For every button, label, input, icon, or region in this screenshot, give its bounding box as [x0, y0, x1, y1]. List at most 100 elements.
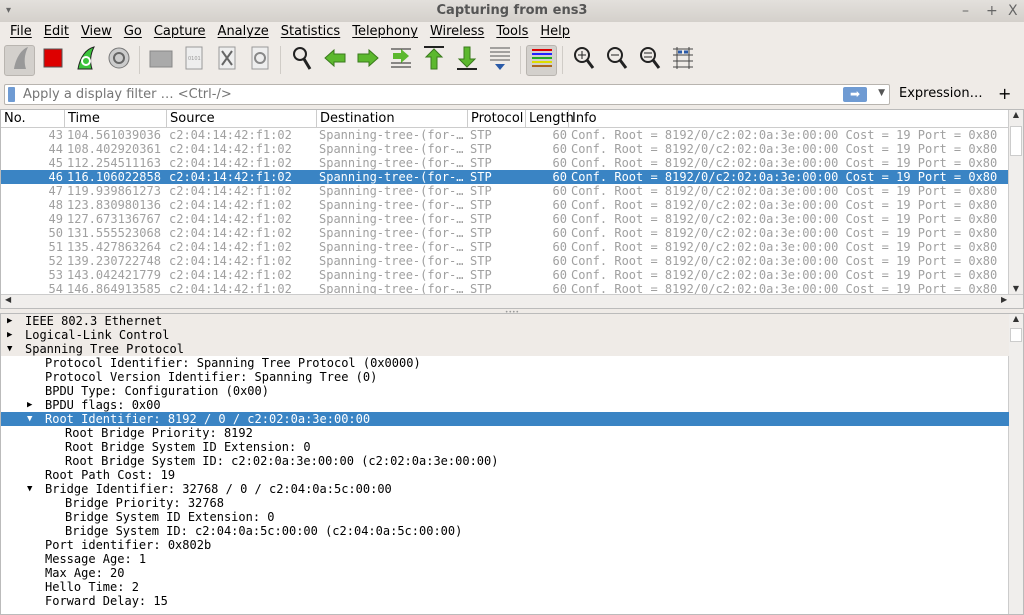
cell-info: Conf. Root = 8192/0/c2:02:0a:3e:00:00 Co… — [571, 184, 998, 198]
auto-scroll-button[interactable] — [484, 45, 515, 76]
detail-item[interactable]: Message Age: 1 — [1, 552, 1009, 566]
collapsed-arrow-icon[interactable]: ▶ — [7, 314, 12, 328]
detail-text: Message Age: 1 — [45, 552, 147, 566]
packet-row[interactable]: 48 123.830980136 c2:04:14:42:f1:02 Spanning… — [1, 198, 1009, 212]
toolbar-separator — [280, 46, 281, 74]
cell-time: 139.230722748 — [67, 254, 161, 268]
zoom-normal-button[interactable] — [634, 45, 665, 76]
details-vertical-scrollbar[interactable]: ▲ — [1008, 314, 1023, 614]
go-first-button[interactable] — [418, 45, 449, 76]
menu-telephony[interactable]: Telephony — [346, 22, 424, 41]
menu-analyze[interactable]: Analyze — [212, 22, 275, 41]
window-menu-button[interactable]: ▾ — [6, 0, 11, 22]
packet-list-horizontal-scrollbar[interactable]: ◀ ▶ — [1, 294, 1023, 308]
detail-item[interactable]: ▶ IEEE 802.3 Ethernet — [1, 314, 1009, 328]
detail-item[interactable]: ▼ Bridge Identifier: 32768 / 0 / c2:04:0a… — [1, 482, 1009, 496]
detail-item[interactable]: Bridge Priority: 32768 — [1, 496, 1009, 510]
close-button[interactable]: X — [1008, 0, 1018, 22]
cell-source: c2:04:14:42:f1:02 — [169, 254, 292, 268]
column-header-info[interactable]: Info — [569, 110, 1009, 128]
packet-row[interactable]: 49 127.673136767 c2:04:14:42:f1:02 Spanning… — [1, 212, 1009, 226]
go-last-button[interactable] — [451, 45, 482, 76]
apply-filter-button[interactable]: ➡ — [843, 87, 867, 102]
detail-text: BPDU Type: Configuration (0x00) — [45, 384, 269, 398]
expression-button[interactable]: Expression… — [899, 86, 983, 101]
packet-row[interactable]: 50 131.555523068 c2:04:14:42:f1:02 Spanning… — [1, 226, 1009, 240]
column-header-length[interactable]: Length — [526, 110, 574, 128]
open-file-button[interactable] — [145, 45, 176, 76]
detail-item[interactable]: Max Age: 20 — [1, 566, 1009, 580]
detail-item[interactable]: Root Path Cost: 19 — [1, 468, 1009, 482]
menu-wireless[interactable]: Wireless — [424, 22, 490, 41]
packet-row[interactable]: 44 108.402920361 c2:04:14:42:f1:02 Spanning… — [1, 142, 1009, 156]
zoom-out-button[interactable] — [601, 45, 632, 76]
detail-item[interactable]: Bridge System ID: c2:04:0a:5c:00:00 (c2:… — [1, 524, 1009, 538]
detail-item[interactable]: ▼ Spanning Tree Protocol — [1, 342, 1009, 356]
scroll-thumb[interactable] — [1010, 328, 1022, 342]
scroll-thumb[interactable] — [1010, 126, 1022, 156]
add-filter-button[interactable]: + — [998, 84, 1011, 103]
menu-help[interactable]: Help — [534, 22, 576, 41]
packet-row[interactable]: 52 139.230722748 c2:04:14:42:f1:02 Spanning… — [1, 254, 1009, 268]
packet-row[interactable]: 43 104.561039036 c2:04:14:42:f1:02 Spanning… — [1, 128, 1009, 142]
zoom-in-button[interactable] — [568, 45, 599, 76]
detail-item[interactable]: Protocol Version Identifier: Spanning Tr… — [1, 370, 1009, 384]
expanded-arrow-icon[interactable]: ▼ — [7, 342, 12, 356]
detail-text: Max Age: 20 — [45, 566, 125, 580]
go-back-button[interactable] — [319, 45, 350, 76]
column-header-protocol[interactable]: Protocol — [468, 110, 526, 128]
detail-item[interactable]: Bridge System ID Extension: 0 — [1, 510, 1009, 524]
colorize-button[interactable] — [526, 44, 557, 76]
column-header-no[interactable]: No. — [1, 110, 65, 128]
save-file-button[interactable]: 0101 — [178, 45, 209, 76]
detail-item[interactable]: Port identifier: 0x802b — [1, 538, 1009, 552]
packet-row[interactable]: 47 119.939861273 c2:04:14:42:f1:02 Spanning… — [1, 184, 1009, 198]
collapsed-arrow-icon[interactable]: ▶ — [27, 398, 32, 412]
packet-row[interactable]: 53 143.042421779 c2:04:14:42:f1:02 Spanning… — [1, 268, 1009, 282]
menu-tools[interactable]: Tools — [490, 22, 534, 41]
maximize-button[interactable]: + — [986, 0, 998, 22]
column-header-destination[interactable]: Destination — [317, 110, 468, 128]
resize-columns-button[interactable] — [667, 45, 698, 76]
packet-row[interactable]: 51 135.427863264 c2:04:14:42:f1:02 Spanning… — [1, 240, 1009, 254]
detail-item[interactable]: ▶ BPDU flags: 0x00 — [1, 398, 1009, 412]
detail-item[interactable]: BPDU Type: Configuration (0x00) — [1, 384, 1009, 398]
expanded-arrow-icon[interactable]: ▼ — [27, 412, 32, 426]
menu-file[interactable]: File — [4, 22, 38, 41]
display-filter-input[interactable] — [23, 86, 843, 103]
packet-list-vertical-scrollbar[interactable]: ▲ ▼ — [1008, 110, 1023, 295]
restart-capture-button[interactable] — [70, 45, 101, 76]
reload-file-button[interactable] — [244, 45, 275, 76]
capture-options-button[interactable] — [103, 45, 134, 76]
filter-history-dropdown[interactable]: ▼ — [878, 88, 885, 98]
menu-go[interactable]: Go — [118, 22, 148, 41]
minimize-button[interactable]: – — [962, 0, 969, 22]
detail-item[interactable]: Root Bridge System ID: c2:02:0a:3e:00:00… — [1, 454, 1009, 468]
menu-edit[interactable]: Edit — [38, 22, 75, 41]
detail-item[interactable]: ▼ Root Identifier: 8192 / 0 / c2:02:0a:3e… — [1, 412, 1009, 426]
detail-item[interactable]: Forward Delay: 15 — [1, 594, 1009, 608]
go-to-packet-button[interactable] — [385, 45, 416, 76]
cell-no: 46 — [48, 170, 63, 184]
menu-capture[interactable]: Capture — [148, 22, 212, 41]
close-file-button[interactable] — [211, 45, 242, 76]
find-packet-button[interactable] — [286, 45, 317, 76]
detail-item[interactable]: ▶ Logical-Link Control — [1, 328, 1009, 342]
packet-row[interactable]: 46 116.106022858 c2:04:14:42:f1:02 Spanning… — [1, 170, 1009, 184]
detail-item[interactable]: Root Bridge Priority: 8192 — [1, 426, 1009, 440]
column-header-source[interactable]: Source — [167, 110, 317, 128]
go-forward-button[interactable] — [352, 45, 383, 76]
detail-item[interactable]: Protocol Identifier: Spanning Tree Proto… — [1, 356, 1009, 370]
auto-scroll-icon — [488, 45, 512, 75]
bookmark-icon[interactable] — [8, 87, 15, 102]
menu-statistics[interactable]: Statistics — [275, 22, 346, 41]
stop-capture-button[interactable] — [37, 45, 68, 76]
collapsed-arrow-icon[interactable]: ▶ — [7, 328, 12, 342]
detail-item[interactable]: Root Bridge System ID Extension: 0 — [1, 440, 1009, 454]
expanded-arrow-icon[interactable]: ▼ — [27, 482, 32, 496]
column-header-time[interactable]: Time — [65, 110, 167, 128]
detail-item[interactable]: Hello Time: 2 — [1, 580, 1009, 594]
start-capture-button[interactable] — [4, 44, 35, 76]
menu-view[interactable]: View — [75, 22, 118, 41]
packet-row[interactable]: 45 112.254511163 c2:04:14:42:f1:02 Spanning… — [1, 156, 1009, 170]
